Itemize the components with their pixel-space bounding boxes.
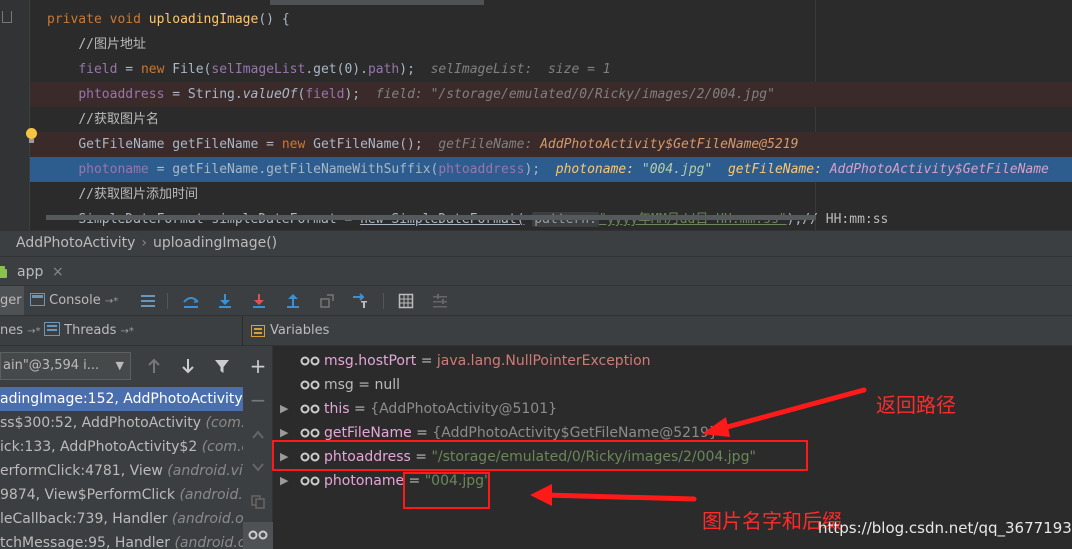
watermark: https://blog.csdn.net/qq_36771930 xyxy=(818,519,1072,537)
annotation-arrows xyxy=(530,387,867,506)
annotation-return-path: 返回路径 xyxy=(876,393,956,417)
